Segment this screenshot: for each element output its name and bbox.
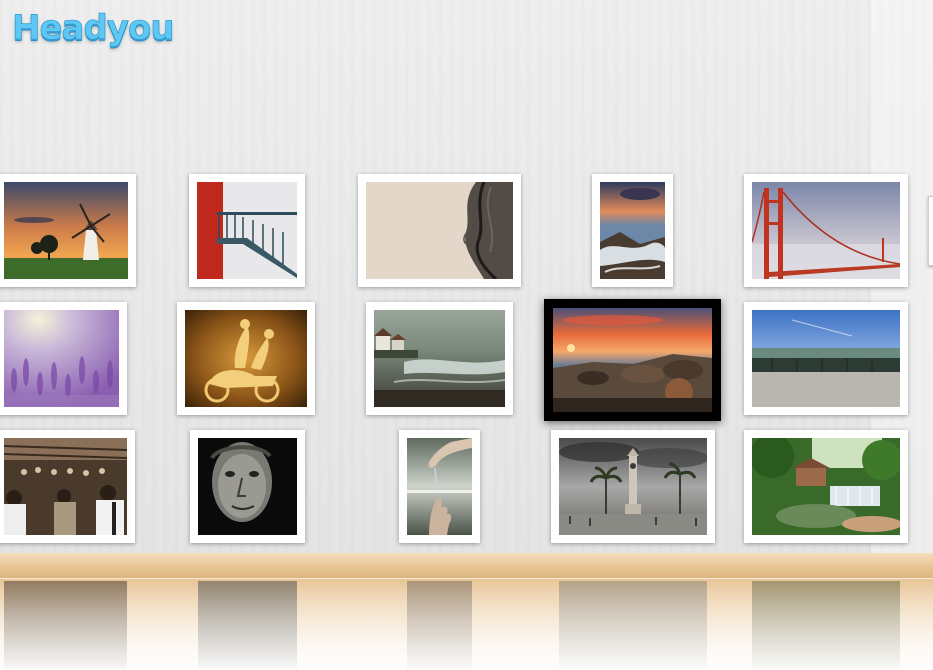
photo-clock-tower-palms xyxy=(559,438,707,535)
frame-tower[interactable] xyxy=(551,430,715,543)
photo-red-balcony-stairs xyxy=(197,182,297,279)
frame-hair[interactable] xyxy=(358,174,521,287)
frame-windmill[interactable] xyxy=(0,174,136,287)
photo-rocky-beach-sunset xyxy=(553,308,712,412)
photo-coastal-village xyxy=(374,310,505,407)
photo-golden-gate-bridge xyxy=(752,182,900,279)
app-logo: Headyou xyxy=(12,8,175,49)
frame-warehouse[interactable] xyxy=(744,302,908,415)
photo-seascape-waves xyxy=(600,182,665,279)
photo-windmill-sunset xyxy=(4,182,128,279)
photo-warehouse-sky xyxy=(752,310,900,407)
photo-scooter-silhouette xyxy=(185,310,307,407)
frame-garden[interactable] xyxy=(744,430,908,543)
frame-hands[interactable] xyxy=(399,430,480,543)
photo-market-crowd xyxy=(4,438,127,535)
frame-portrait[interactable] xyxy=(190,430,305,543)
frame-balcony[interactable] xyxy=(189,174,305,287)
frame-scooter[interactable] xyxy=(177,302,315,415)
frame-bridge[interactable] xyxy=(744,174,908,287)
frame-crowd[interactable] xyxy=(0,430,135,543)
frame-waves[interactable] xyxy=(592,174,673,287)
wooden-shelf xyxy=(0,553,933,579)
photo-curly-hair-profile xyxy=(366,182,513,279)
photo-garden-waterfall xyxy=(752,438,900,535)
frame-coast[interactable] xyxy=(366,302,513,415)
photo-hands-water xyxy=(407,438,472,535)
photo-man-portrait xyxy=(198,438,297,535)
frame-lavender[interactable] xyxy=(0,302,127,415)
photo-lavender-field xyxy=(4,310,119,407)
next-page-tab[interactable] xyxy=(928,196,933,266)
frame-rocks-selected[interactable] xyxy=(544,299,721,421)
reflection-fade xyxy=(0,579,933,670)
